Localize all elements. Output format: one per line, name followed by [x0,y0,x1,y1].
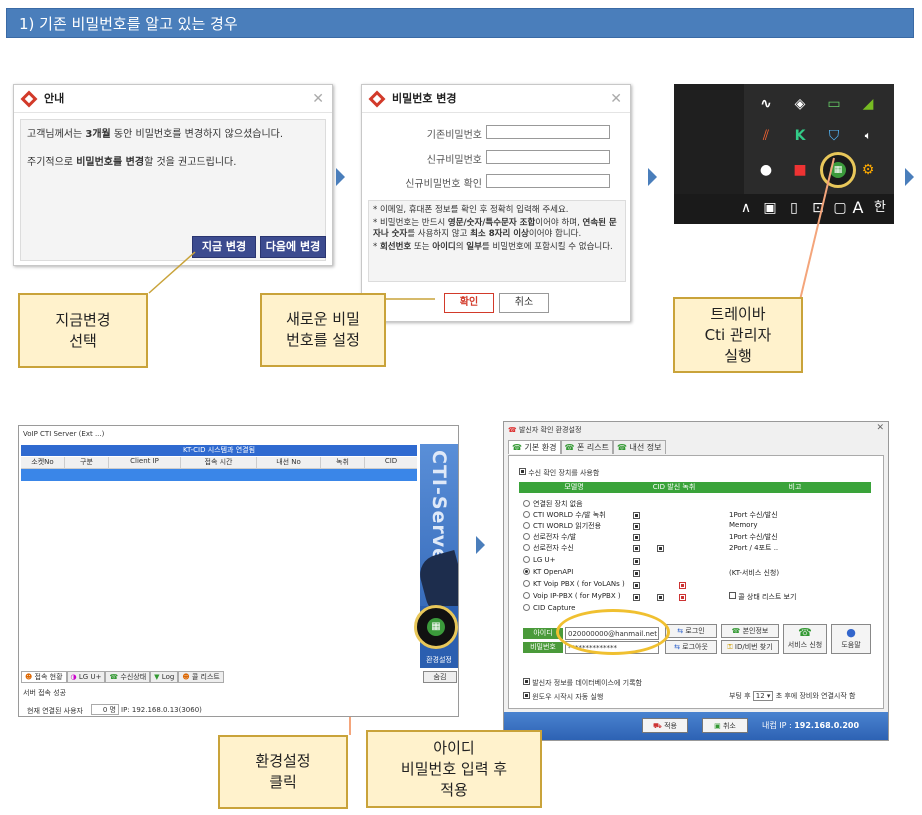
send-checkbox[interactable] [657,545,664,552]
settings-icon: ▦ [414,605,458,649]
tab-log[interactable]: ▼ Log [150,671,179,683]
callout-apply: 아이디 비밀번호 입력 후 적용 [366,730,542,808]
cid-checkbox[interactable] [633,582,640,589]
device-row[interactable]: 연결된 장치 없음 [523,499,583,509]
cti-server-window: VoIP CTI Server (Ext ...) KT-CID 시스템과 연결… [18,425,459,717]
callout-tray: 트레이바 Cti 관리자 실행 [673,297,803,373]
device-row[interactable]: CTI WORLD 수/발 녹취 [523,510,606,520]
cti-users-label: 현재 연결된 사용자 [27,707,83,715]
cid-checkbox[interactable] [633,570,640,577]
callout-change-now: 지금변경 선택 [18,293,148,368]
logout-button[interactable]: ⇆ 로그아웃 [665,640,717,654]
settings-label: 환경설정 [426,656,452,664]
cti-selected-row[interactable] [21,469,417,481]
local-ip: 내컴 IP : 192.168.0.200 [762,721,860,730]
device-row[interactable]: 선로전자 수/발 [523,532,576,542]
device-note: Memory [729,521,758,529]
boot-delay-select[interactable]: 12 ▾ [752,691,774,701]
cti-window-title: VoIP CTI Server (Ext ...) [23,430,105,438]
cti-table-header-bar: KT-CID 시스템과 연결됨 [21,445,417,456]
device-note: 1Port 수신/발신 [729,511,778,519]
callout-settings: 환경설정 클릭 [218,735,348,809]
my-info-button[interactable]: ☎ 본인정보 [721,624,779,638]
log-db-checkbox[interactable]: 발신자 정보를 데이터베이스에 기록함 [523,678,642,688]
device-row[interactable]: CTI WORLD 읽기전용 [523,521,601,531]
tab-lgu[interactable]: ◑ LG U+ [66,671,106,683]
arrow-icon [476,536,485,554]
config-tabs: ☎ 기본 환경 ☎ 폰 리스트 ☎ 내선 정보 [508,440,666,454]
col-cid-send-rec: CID 발신 녹취 [652,483,696,491]
cid-checkbox[interactable] [633,523,640,530]
config-title: ☎ 발신자 확인 환경설정 [508,426,582,434]
device-row[interactable]: LG U+ [523,556,556,564]
send-checkbox[interactable] [657,594,664,601]
cti-tabs: ☻ 접속 현황 ◑ LG U+ ☎ 수신상태 ▼ Log ☻ 콜 리스트 [21,671,224,683]
device-note: 1Port 수신/발신 [729,533,778,541]
device-rows: 연결된 장치 없음 CTI WORLD 수/발 녹취 1Port 수신/발신 C… [519,496,871,616]
device-note: 2Port / 4포트 .. [729,544,779,552]
col-ext-no[interactable]: 내선 No [257,457,321,468]
col-connect-time[interactable]: 접속 시간 [181,457,257,468]
cid-checkbox[interactable] [633,594,640,601]
hide-button[interactable]: 숨김 [423,671,457,683]
tab-connection[interactable]: ☻ 접속 현황 [21,671,67,683]
find-id-button[interactable]: ⚿ ID/비번 찾기 [721,640,779,654]
device-row[interactable]: 선로전자 수신 [523,543,574,553]
apply-button[interactable]: ⛟ 적용 [642,718,688,733]
config-window: ☎ 발신자 확인 환경설정 ✕ ☎ 기본 환경 ☎ 폰 리스트 ☎ 내선 정보 … [503,421,889,741]
device-table-header: 모델명 CID 발신 녹취 비고 [519,482,871,493]
device-row[interactable]: KT OpenAPI [523,568,573,576]
config-footer: ⛟ 적용 ▣ 취소 내컴 IP : 192.168.0.200 [504,712,888,740]
tab-basic[interactable]: ☎ 기본 환경 [508,440,561,454]
col-type[interactable]: 구분 [65,457,109,468]
device-row[interactable]: CID Capture [523,604,575,612]
help-button[interactable]: ● 도움말 [831,624,871,654]
cti-table-columns: 소켓No 구분 Client IP 접속 시간 내선 No 녹취 CID [21,457,417,469]
cti-status-text: 서버 접속 성공 [23,689,67,697]
record-checkbox[interactable] [679,594,686,601]
col-cid[interactable]: CID [365,457,417,468]
config-cancel-button[interactable]: ▣ 취소 [702,718,748,733]
cid-checkbox[interactable] [633,512,640,519]
col-model: 모델명 [564,483,584,491]
boot-delay: 부팅 후 12 ▾ 초 후에 장비와 연결시작 함 [729,691,856,701]
device-row[interactable]: KT Voip PBX ( for VoLANs ) [523,580,625,588]
close-icon[interactable]: ✕ [876,423,884,433]
login-button[interactable]: ⇆ 로그인 [665,624,717,638]
col-note: 비고 [788,483,802,491]
service-button[interactable]: ☎ 서비스 신청 [783,624,827,654]
tab-receive-status[interactable]: ☎ 수신상태 [105,671,151,683]
device-note: (KT-서비스 신청) [729,569,780,577]
config-panel: 수신 확인 장치를 사용함 모델명 CID 발신 녹취 비고 연결된 장치 없음… [508,455,884,709]
col-client-ip[interactable]: Client IP [109,457,181,468]
cid-checkbox[interactable] [633,534,640,541]
callout-set-password: 새로운 비밀 번호를 설정 [260,293,386,367]
record-checkbox[interactable] [679,582,686,589]
tab-phone-list[interactable]: ☎ 폰 리스트 [560,440,613,454]
cid-checkbox[interactable] [633,545,640,552]
col-record[interactable]: 녹취 [321,457,365,468]
cid-checkbox[interactable] [633,558,640,565]
tab-call-list[interactable]: ☻ 콜 리스트 [178,671,224,683]
settings-button[interactable]: ▦ 환경설정 [414,605,458,668]
login-highlight-ellipse [556,609,670,655]
col-socket[interactable]: 소켓No [21,457,65,468]
pw-label: 비밀번호 [523,642,563,653]
device-row[interactable]: Voip IP-PBX ( for MyPBX ) [523,592,621,600]
use-device-checkbox[interactable]: 수신 확인 장치를 사용함 [519,468,599,478]
autostart-checkbox[interactable]: 윈도우 시작시 자동 실행 [523,692,603,702]
cti-users-count: 0 명 [91,704,119,715]
tab-ext-info[interactable]: ☎ 내선 정보 [613,440,666,454]
call-status-list-checkbox[interactable]: 콜 상태 리스트 보기 [729,592,796,602]
cti-ip: IP: 192.168.0.13(3060) [121,706,202,714]
